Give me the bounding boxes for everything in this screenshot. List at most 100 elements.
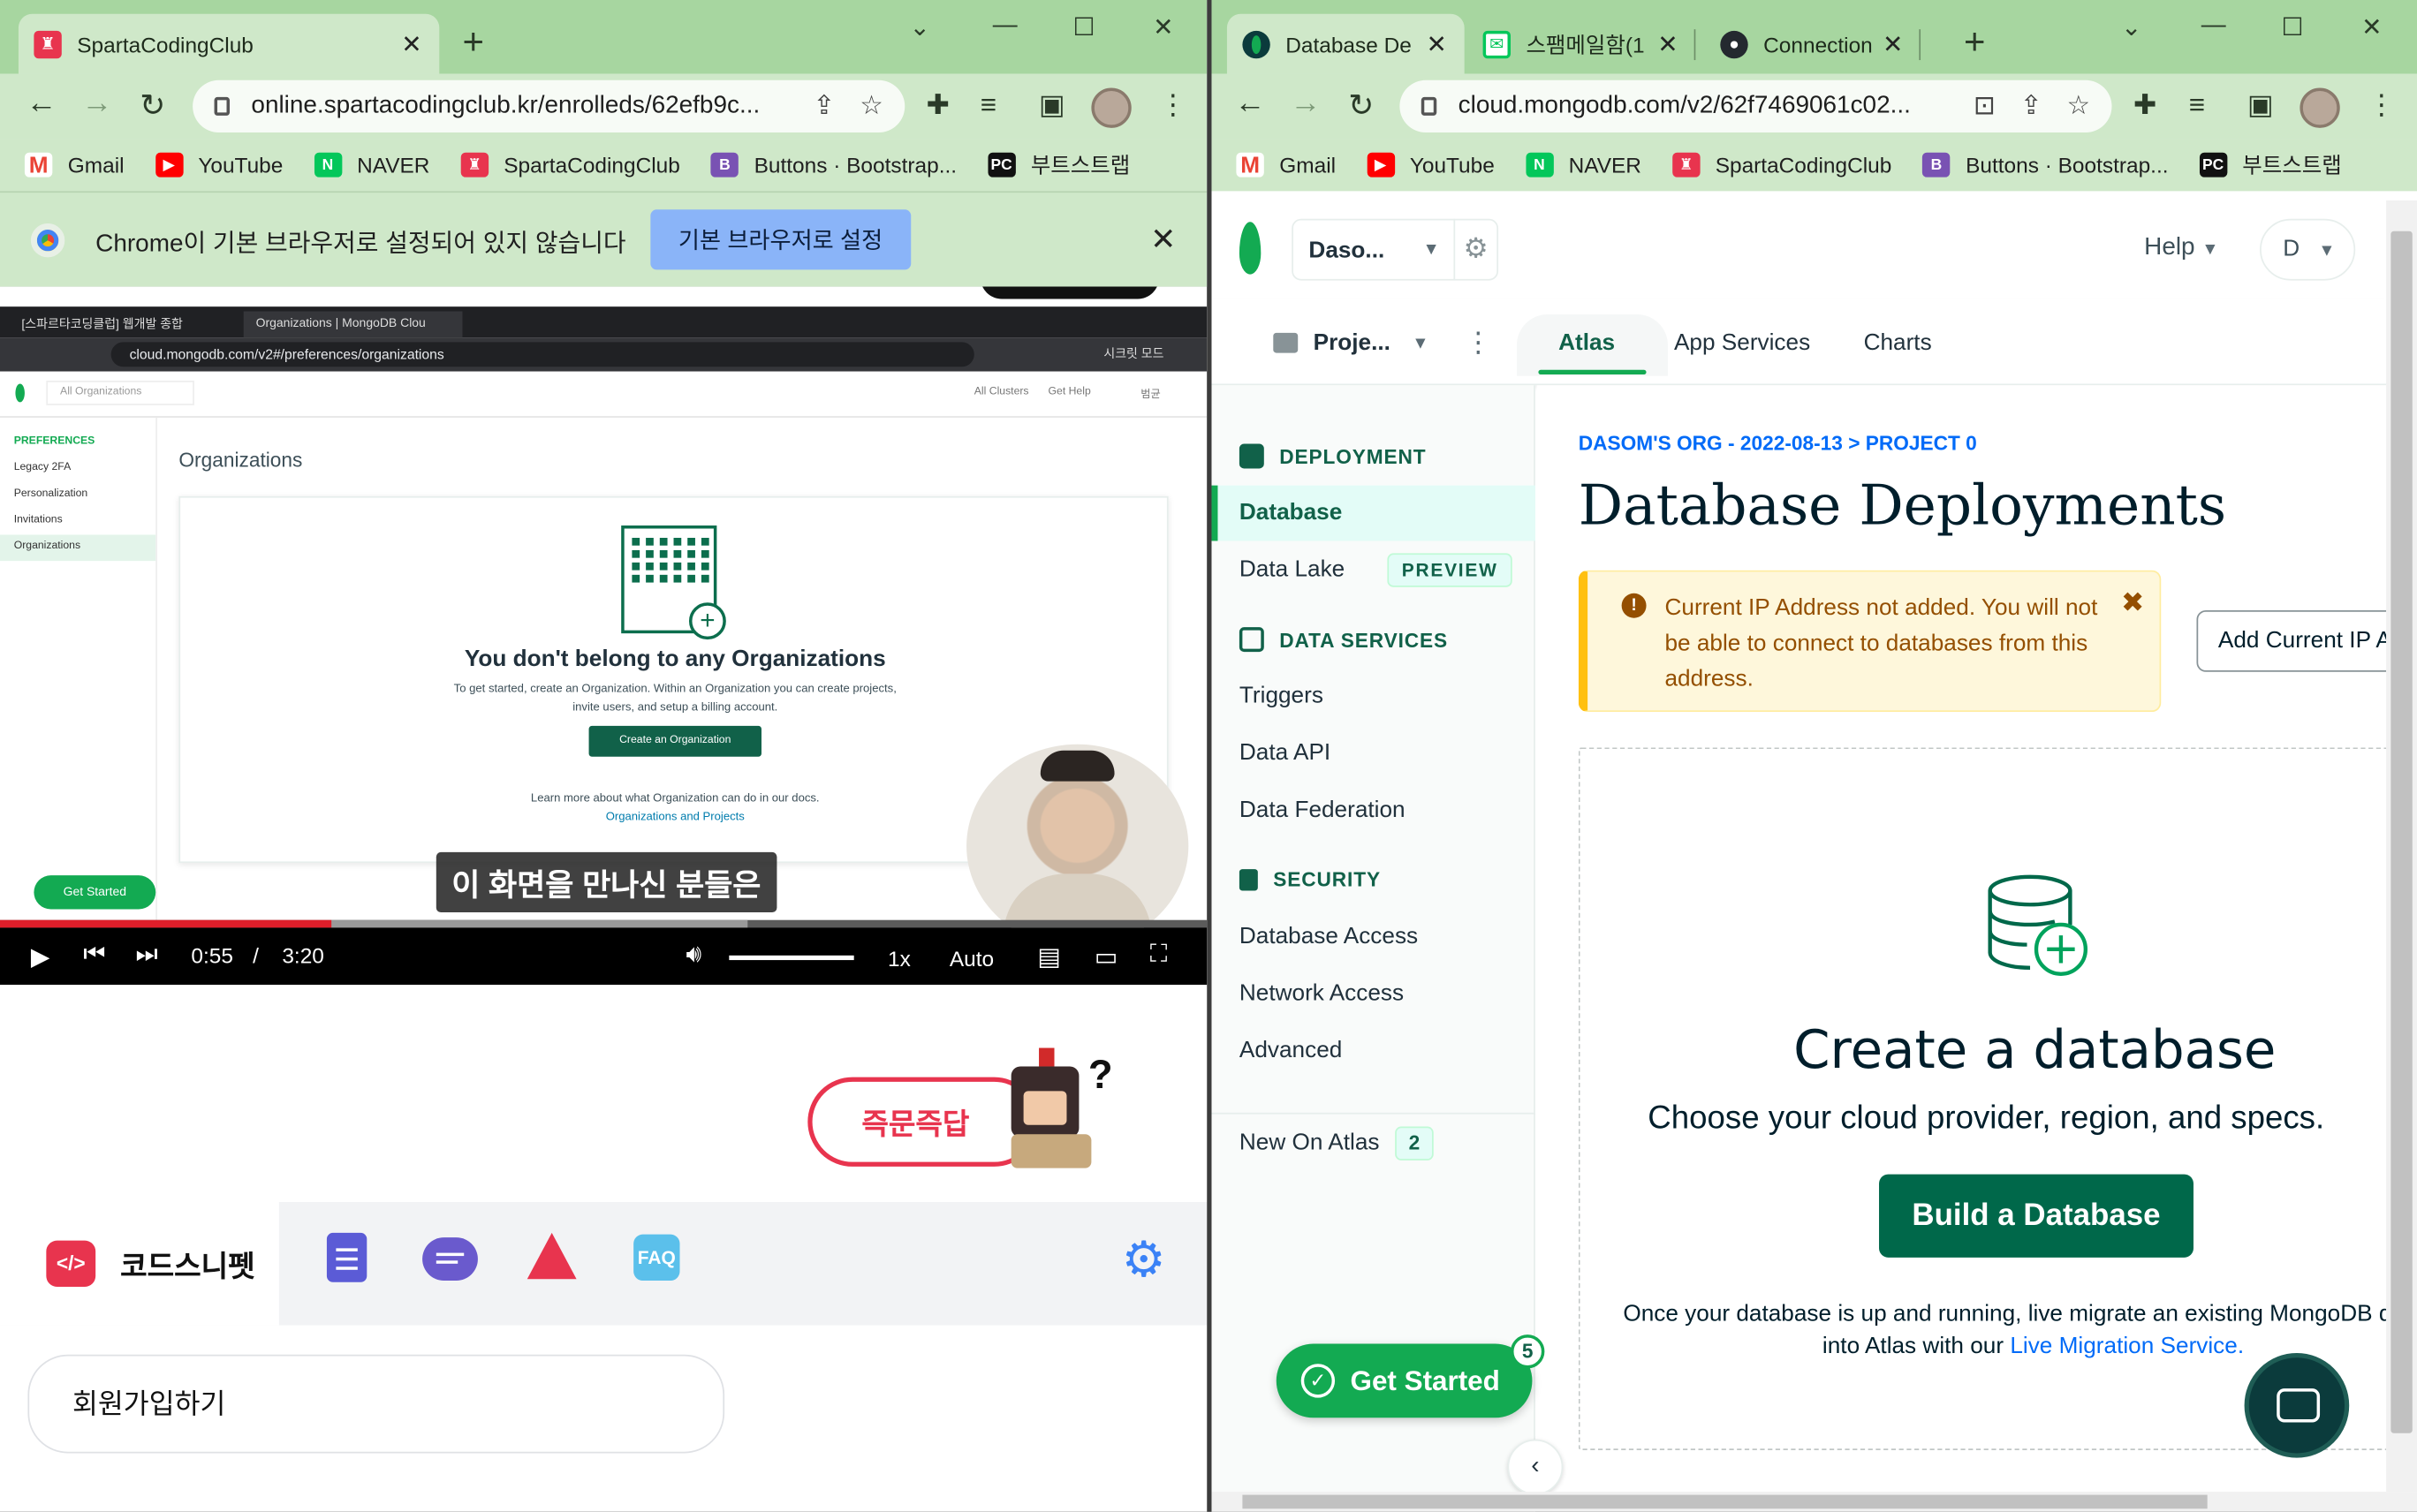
bookmark-star-icon[interactable]: ☆ [2066, 91, 2090, 122]
tab-spartacodingclub[interactable]: ♜ SpartaCodingClub ✕ [18, 13, 440, 74]
bookmark-bootstrap-buttons[interactable]: B Buttons · Bootstrap... [710, 152, 957, 178]
sidebar-item-network-access[interactable]: Network Access [1211, 966, 1534, 1022]
close-tab-icon[interactable]: ✕ [399, 28, 424, 59]
sidebar-item-triggers[interactable]: Triggers [1211, 669, 1534, 724]
lecture-video-player[interactable]: [스파르타코딩클럽] 웹개발 종합 Organizations | MongoD… [0, 286, 1208, 985]
minimize-button[interactable]: — [2201, 12, 2226, 40]
close-window-button[interactable]: ✕ [2361, 12, 2382, 43]
profile-avatar[interactable] [2300, 87, 2340, 128]
sidebar-item-data-lake[interactable]: Data Lake PREVIEW [1211, 542, 1534, 598]
play-icon[interactable]: ▶ [31, 941, 49, 972]
checklist-icon[interactable] [326, 1232, 367, 1282]
translate-icon[interactable]: ⊡ [1974, 91, 1996, 122]
horizontal-scrollbar[interactable] [1211, 1492, 2417, 1512]
back-icon[interactable]: ← [21, 87, 61, 122]
maximize-button[interactable]: ☐ [1072, 12, 1095, 43]
faq-icon[interactable]: FAQ [633, 1234, 680, 1281]
sidebar-item-database-access[interactable]: Database Access [1211, 909, 1534, 964]
mongodb-leaf-icon[interactable] [1239, 222, 1262, 275]
org-selector[interactable]: Daso... ▼ ⚙ [1292, 218, 1499, 281]
extensions-icon[interactable]: ✚ [2133, 89, 2156, 122]
close-tab-icon[interactable]: ✕ [1424, 28, 1449, 59]
close-banner-icon[interactable]: ✖ [2121, 587, 2144, 620]
sidebar-item-new-on-atlas[interactable]: New On Atlas 2 [1211, 1115, 1534, 1171]
tab-atlas[interactable]: Database De ✕ [1226, 13, 1465, 74]
support-chat-icon[interactable] [2244, 1353, 2350, 1458]
previous-icon[interactable]: ⏮ [83, 941, 105, 969]
tab-app-services[interactable]: App Services [1674, 329, 1810, 356]
chat-bubble-icon[interactable] [422, 1237, 478, 1281]
tab-search-icon[interactable]: ⌄ [909, 12, 929, 43]
tab-search-icon[interactable]: ⌄ [2121, 12, 2141, 43]
bookmark-sparta[interactable]: ♜ SpartaCodingClub [1671, 152, 1891, 178]
new-tab-button[interactable]: + [462, 21, 483, 64]
bookmark-star-icon[interactable]: ☆ [860, 91, 883, 122]
bookmark-sparta[interactable]: ♜ SpartaCodingClub [460, 152, 680, 178]
bookmark-gmail[interactable]: M Gmail [1236, 152, 1336, 178]
sidebar-item-data-federation[interactable]: Data Federation [1211, 782, 1534, 838]
speed-button[interactable]: 1x [888, 946, 911, 971]
signup-snippet-item[interactable]: 회원가입하기 [27, 1354, 725, 1454]
volume-slider[interactable] [729, 955, 854, 961]
close-tab-icon[interactable]: ✕ [1881, 28, 1906, 59]
share-icon[interactable]: ⇪ [2020, 91, 2042, 122]
sidebar-item-advanced[interactable]: Advanced [1211, 1024, 1534, 1079]
minimize-button[interactable]: — [993, 12, 1018, 40]
maximize-button[interactable]: ☐ [2281, 12, 2303, 43]
side-panel-icon[interactable]: ▣ [2247, 89, 2274, 122]
address-bar[interactable]: cloud.mongodb.com/v2/62f7469061c02... ⊡ … [1399, 79, 2112, 133]
new-tab-button[interactable]: + [1964, 21, 1985, 64]
sidebar-item-database[interactable]: Database [1211, 485, 1535, 541]
breadcrumb[interactable]: DASOM'S ORG - 2022-08-13 > PROJECT 0 [1579, 432, 1977, 455]
side-panel-icon[interactable]: ▣ [1039, 89, 1065, 122]
menu-kebab-icon[interactable]: ⋮ [1159, 89, 1186, 122]
close-infobar-icon[interactable]: ✕ [1150, 221, 1176, 260]
collapse-sidebar-chevron-icon[interactable]: ‹ [1507, 1439, 1564, 1495]
tab-connection[interactable]: ● Connection ✕ [1705, 14, 1921, 74]
user-menu[interactable]: D ▼ [2260, 218, 2356, 281]
bookmark-bootstrap-buttons[interactable]: B Buttons · Bootstrap... [1922, 152, 2169, 178]
forward-icon[interactable]: → [1285, 87, 1325, 122]
reload-icon[interactable]: ↻ [133, 87, 172, 125]
forward-icon[interactable]: → [77, 87, 117, 122]
help-menu[interactable]: Help ▼ [2144, 234, 2218, 261]
tab-charts[interactable]: Charts [1864, 329, 1932, 356]
bookmark-bootstrap-kr[interactable]: PC 부트스트랩 [987, 149, 1130, 180]
media-control-icon[interactable]: ≡ [2189, 89, 2205, 122]
tab-spam-mail[interactable]: ✉ 스팸메일함(1 ✕ [1467, 14, 1696, 74]
menu-kebab-icon[interactable]: ⋮ [2368, 89, 2395, 122]
profile-avatar[interactable] [1091, 87, 1132, 128]
media-control-icon[interactable]: ≡ [981, 89, 996, 122]
video-progress-bar[interactable] [0, 919, 1208, 928]
fullscreen-icon[interactable]: ⛶ [1150, 941, 1168, 969]
bookmark-youtube[interactable]: ▶ YouTube [155, 152, 283, 178]
bookmark-naver[interactable]: N NAVER [1525, 152, 1641, 178]
close-window-button[interactable]: ✕ [1153, 12, 1173, 43]
captions-icon[interactable]: ▤ [1037, 941, 1060, 972]
get-started-button[interactable]: ✓ Get Started [1276, 1343, 1533, 1418]
quality-button[interactable]: Auto [950, 946, 994, 971]
sidebar-item-data-api[interactable]: Data API [1211, 726, 1534, 782]
back-icon[interactable]: ← [1230, 87, 1269, 122]
settings-gear-icon[interactable]: ⚙ [1119, 1235, 1169, 1284]
org-settings-gear-icon[interactable]: ⚙ [1453, 218, 1496, 281]
build-database-button[interactable]: Build a Database [1879, 1174, 2193, 1258]
volume-icon[interactable]: 🔊︎ [686, 941, 701, 969]
reload-icon[interactable]: ↻ [1341, 87, 1381, 125]
pip-icon[interactable]: ▭ [1095, 941, 1118, 972]
bookmark-gmail[interactable]: M Gmail [24, 152, 125, 178]
live-migration-link[interactable]: Live Migration Service. [2010, 1333, 2244, 1359]
bookmark-naver[interactable]: N NAVER [314, 152, 429, 178]
share-icon[interactable]: ⇪ [813, 91, 835, 122]
extensions-icon[interactable]: ✚ [927, 89, 950, 122]
project-selector[interactable]: Proje... ▼ [1273, 329, 1428, 356]
warning-icon[interactable] [527, 1232, 577, 1280]
address-bar[interactable]: online.spartacodingclub.kr/enrolleds/62e… [193, 79, 905, 133]
code-snippet-tab[interactable]: </> 코드스니펫 [0, 1202, 279, 1326]
close-tab-icon[interactable]: ✕ [1656, 28, 1680, 59]
next-icon[interactable]: ⏭ [136, 941, 158, 969]
tab-atlas[interactable]: Atlas [1558, 329, 1615, 356]
bookmark-bootstrap-kr[interactable]: PC 부트스트랩 [2199, 149, 2342, 180]
vertical-scrollbar[interactable] [2386, 200, 2417, 1493]
project-kebab-icon[interactable]: ⋮ [1465, 327, 1492, 359]
